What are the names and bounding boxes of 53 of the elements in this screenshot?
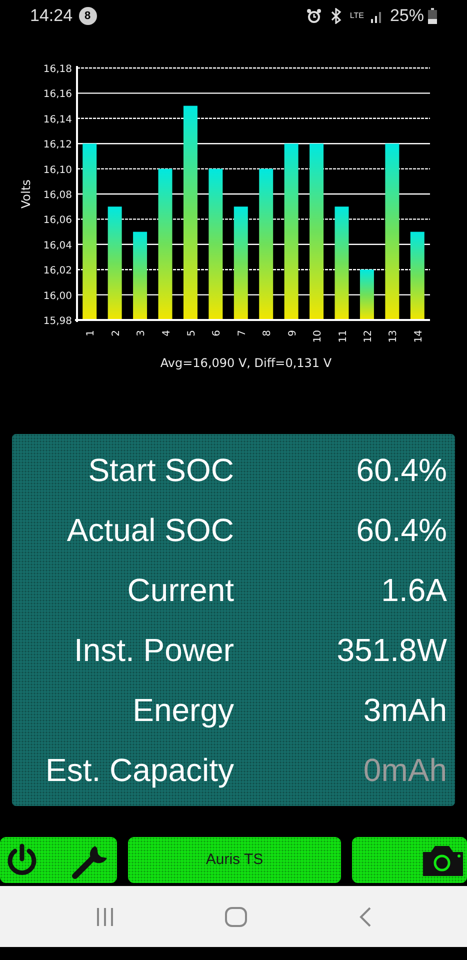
x-tick-label: 7 bbox=[236, 330, 248, 336]
y-tick-label: 15,98 bbox=[43, 316, 72, 327]
stat-label: Est. Capacity bbox=[44, 754, 234, 786]
x-tick-label: 4 bbox=[161, 330, 172, 336]
x-tick-label: 10 bbox=[312, 330, 324, 343]
y-tick-label: 16,18 bbox=[43, 64, 72, 75]
x-tick-label: 3 bbox=[136, 330, 148, 336]
stat-value: 1.6A bbox=[381, 574, 448, 606]
x-tick-label: 11 bbox=[338, 330, 349, 343]
stat-value: 3mAh bbox=[363, 694, 448, 726]
stat-label: Actual SOC bbox=[66, 514, 234, 546]
back-icon[interactable] bbox=[358, 906, 372, 926]
y-tick-label: 16,02 bbox=[43, 266, 72, 277]
y-tick-label: 16,10 bbox=[43, 164, 72, 176]
clock: 14:24 bbox=[30, 5, 73, 28]
y-tick-label: 16,00 bbox=[43, 290, 72, 302]
x-tick-label: 6 bbox=[212, 330, 223, 336]
x-tick-label: 8 bbox=[262, 330, 274, 336]
signal-icon bbox=[370, 9, 384, 23]
home-icon[interactable] bbox=[225, 906, 248, 926]
x-tick-label: 1 bbox=[86, 330, 97, 336]
y-tick-label: 16,08 bbox=[43, 190, 72, 201]
stat-value: 60.4% bbox=[356, 454, 448, 486]
x-tick-label: 13 bbox=[388, 330, 400, 343]
x-tick-label: 14 bbox=[413, 330, 424, 343]
bluetooth-icon bbox=[330, 8, 342, 24]
battery-percent: 25% bbox=[390, 5, 424, 28]
stat-label: Start SOC bbox=[87, 454, 234, 486]
y-tick-label: 16,12 bbox=[43, 140, 72, 151]
notification-badge: 8 bbox=[78, 7, 97, 25]
network-type: LTE bbox=[350, 12, 364, 20]
x-tick-label: 2 bbox=[110, 330, 122, 336]
chart-summary: Avg=16,090 V, Diff=0,131 V bbox=[160, 355, 332, 372]
device-name-button[interactable]: Auris TS bbox=[128, 837, 341, 883]
stat-label: Current bbox=[126, 574, 234, 606]
y-tick-label: 16,04 bbox=[43, 240, 72, 252]
stat-label: Energy bbox=[132, 694, 234, 726]
y-tick-label: 16,14 bbox=[43, 114, 72, 126]
x-tick-label: 12 bbox=[362, 330, 374, 343]
stat-value: 60.4% bbox=[356, 514, 448, 546]
camera-button[interactable] bbox=[352, 837, 467, 883]
x-tick-label: 5 bbox=[186, 330, 198, 336]
y-axis-title: Volts bbox=[19, 180, 33, 208]
battery-icon bbox=[428, 8, 437, 24]
recent-apps-icon[interactable] bbox=[95, 908, 116, 926]
bar bbox=[360, 270, 374, 320]
x-tick-label: 9 bbox=[287, 330, 298, 336]
stat-value: 0mAh bbox=[363, 754, 448, 786]
alarm-icon bbox=[306, 8, 322, 24]
stat-value: 351.8W bbox=[336, 634, 448, 666]
y-tick-label: 16,16 bbox=[43, 89, 72, 100]
stat-label: Inst. Power bbox=[72, 634, 234, 666]
y-tick-label: 16,06 bbox=[43, 215, 72, 226]
